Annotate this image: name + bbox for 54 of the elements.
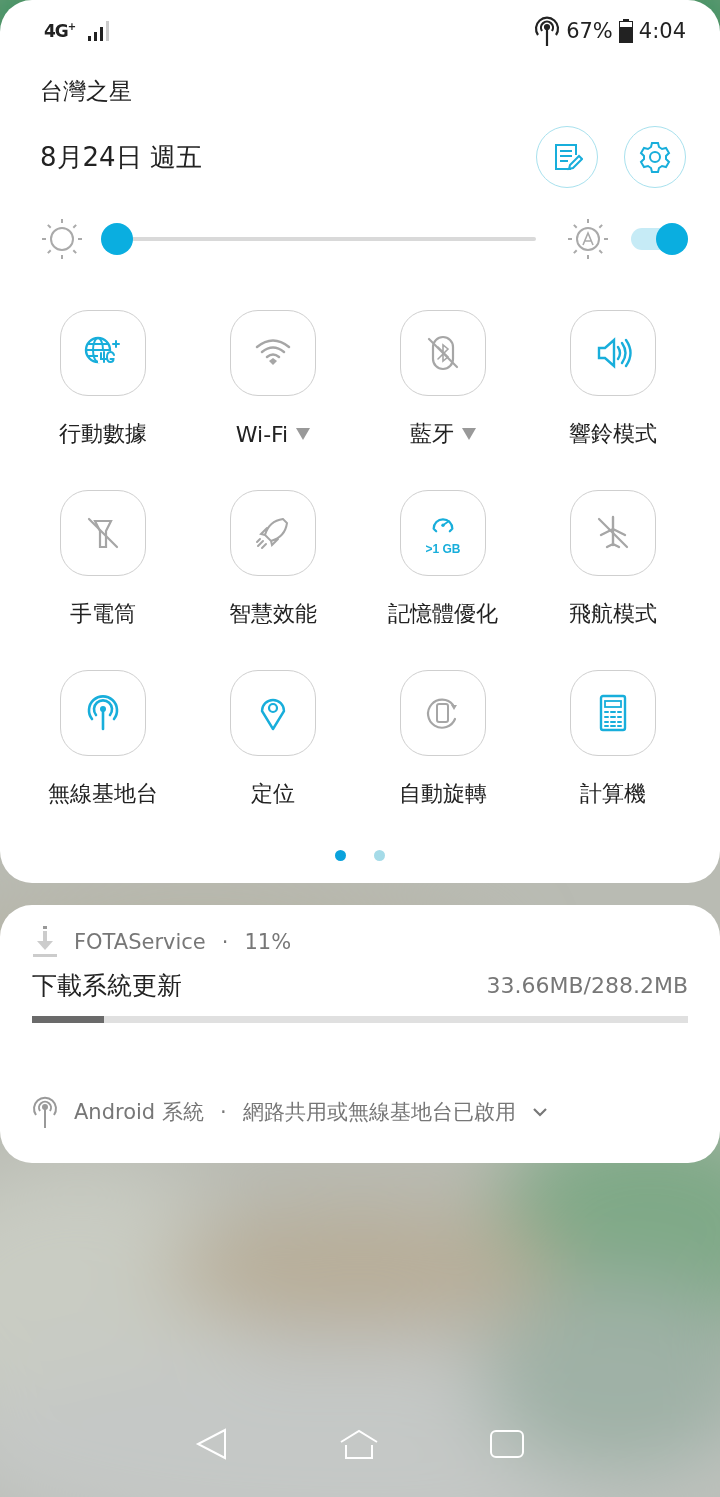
chevron-icon[interactable] [531,1107,548,1117]
battery-icon [618,19,633,43]
tile-label: 記憶體優化 [388,600,498,628]
app-name: Android 系統 [74,1099,204,1126]
back-button[interactable] [195,1427,229,1461]
quick-setting-tile[interactable] [230,670,316,756]
quick-setting-tile[interactable] [570,490,656,576]
download-icon [32,926,58,958]
quick-setting-tile[interactable] [60,670,146,756]
app-name: FOTAService [74,930,206,954]
brightness-low-icon [40,217,84,261]
page-indicator-dot[interactable] [335,850,346,861]
tile-label: 自動旋轉 [399,780,487,808]
tile-label: 行動數據 [59,420,147,448]
tile-label: 藍牙 [410,420,454,448]
date-text: 8月24日 週五 [40,140,203,174]
tile-label: 定位 [251,780,295,808]
tile-label: 計算機 [580,780,646,808]
separator-dot: · [221,930,229,954]
brightness-slider[interactable] [100,223,133,255]
quick-setting-tile[interactable] [570,670,656,756]
recents-button[interactable] [489,1429,525,1459]
dropdown-arrow-icon[interactable] [462,428,476,440]
memory-label: >1 GB [425,542,461,556]
notification-text: 網路共用或無線基地台已啟用 [242,1099,516,1126]
clock-time: 4:04 [638,19,686,43]
page-indicator-dot[interactable] [374,850,385,861]
tile-label: 手電筒 [70,600,136,628]
tile-label: 無線基地台 [48,780,158,808]
quick-setting-tile[interactable] [230,310,316,396]
dropdown-arrow-icon[interactable] [296,428,311,440]
settings-icon [638,140,672,174]
network-type: 4G$^{+}$ [44,21,76,41]
battery-percent: 67% [566,19,613,43]
separator-dot: · [219,1100,227,1124]
quick-setting-tile[interactable] [230,490,316,576]
progress-percent: 11% [244,930,292,954]
quick-setting-tile[interactable] [400,670,486,756]
hotspot-icon [534,15,561,47]
quick-setting-tile[interactable] [60,490,146,576]
hotspot-icon [32,1095,58,1129]
quick-setting-tile[interactable] [400,310,486,396]
tile-label: 智慧效能 [229,600,317,628]
download-size: 33.66MB/288.2MB [486,973,688,998]
quick-setting-tile[interactable]: >1 GB [400,490,486,576]
notification-title: 下載系統更新 [32,970,182,1002]
quick-setting-tile[interactable] [570,310,656,396]
auto-brightness-icon [566,217,610,261]
tile-label: Wi-Fi [235,421,289,447]
tile-label: 響鈴模式 [569,420,657,448]
tile-label: 飛航模式 [569,600,657,628]
home-button[interactable] [339,1428,379,1460]
carrier-name: 台灣之星 [39,77,133,106]
quick-setting-tile[interactable] [60,310,146,396]
